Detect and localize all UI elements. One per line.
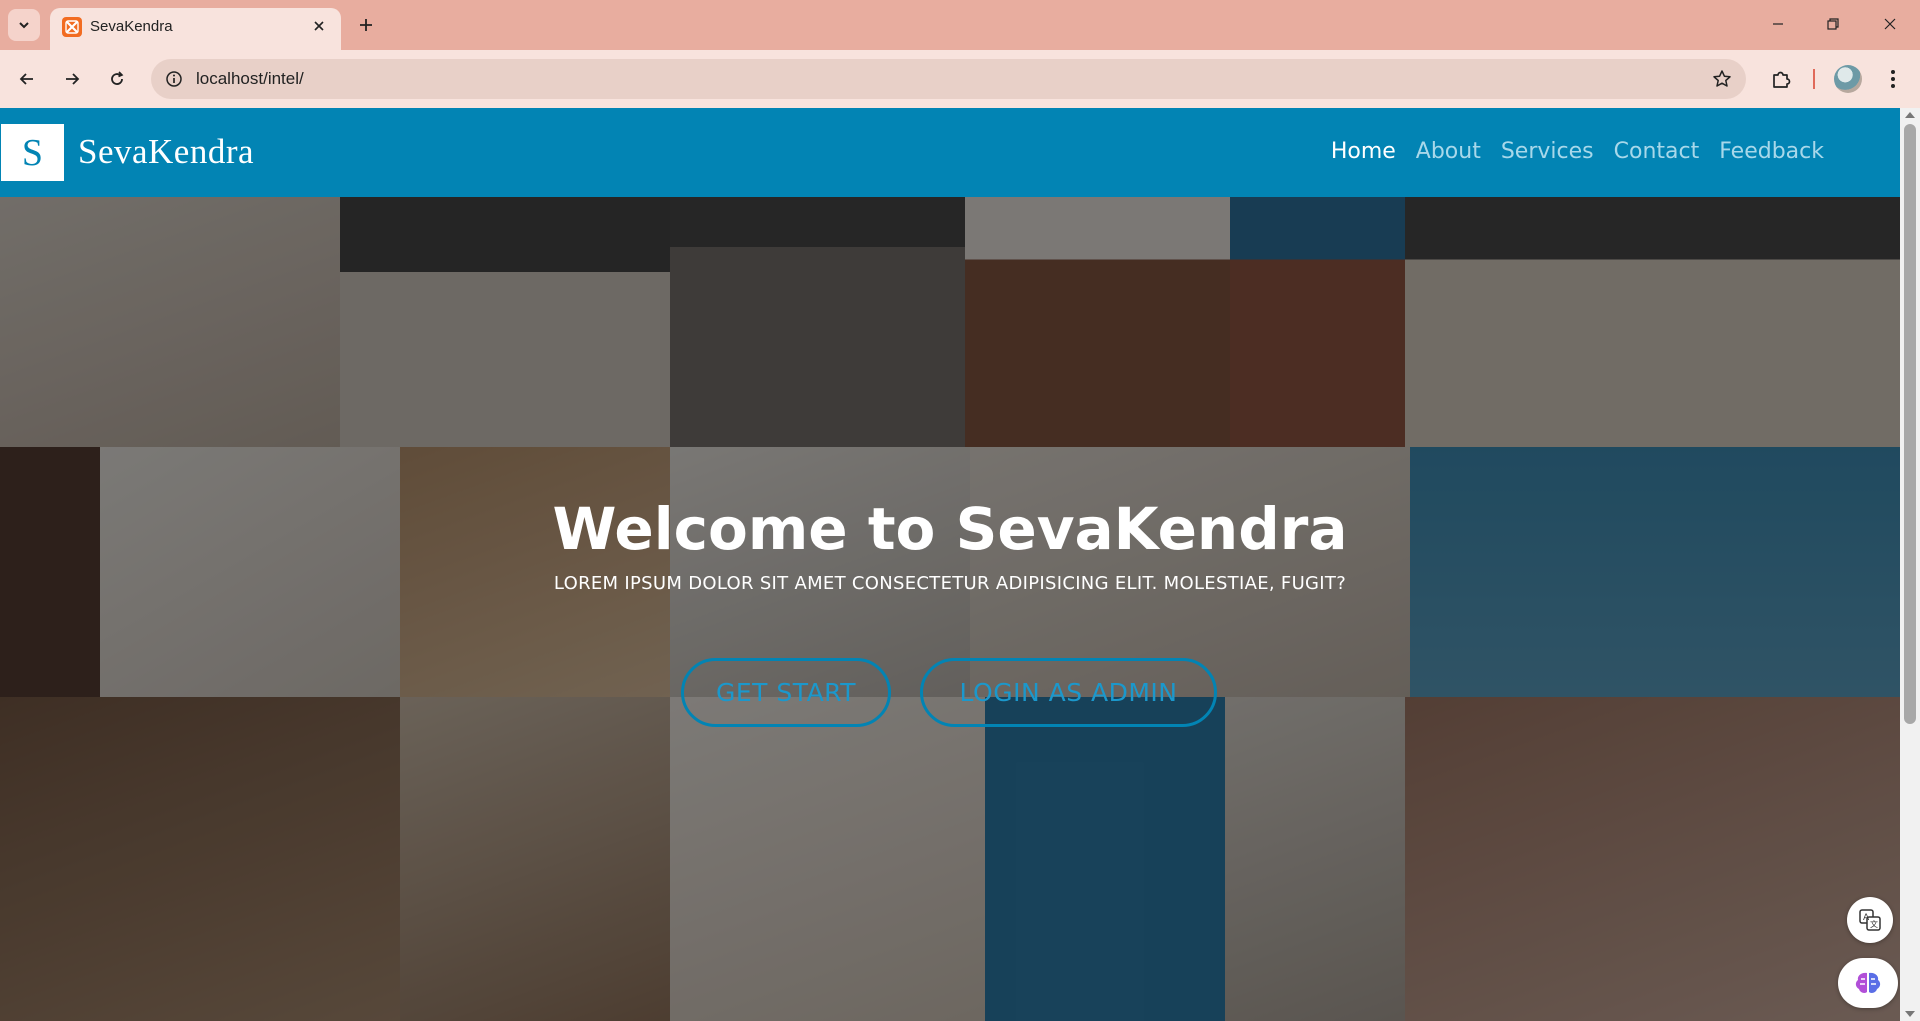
- brain-icon: [1855, 972, 1881, 993]
- assistant-button[interactable]: [1838, 958, 1898, 1008]
- svg-text:文: 文: [1870, 919, 1878, 929]
- scroll-thumb[interactable]: [1904, 124, 1916, 724]
- nav-contact[interactable]: Contact: [1614, 139, 1700, 164]
- logo-mark[interactable]: S: [1, 124, 64, 181]
- brand-name[interactable]: SevaKendra: [78, 132, 254, 172]
- close-window-button[interactable]: [1872, 10, 1908, 38]
- puzzle-icon: [1773, 71, 1791, 88]
- extensions-button[interactable]: [1766, 64, 1796, 94]
- xampp-icon: [62, 17, 82, 37]
- plus-icon: [360, 19, 372, 31]
- tab-title: SevaKendra: [90, 18, 173, 35]
- browser-tab-active[interactable]: SevaKendra: [50, 8, 341, 50]
- browser-tabbar: SevaKendra: [0, 0, 1920, 50]
- main-nav: Home About Services Contact Feedback: [1331, 139, 1824, 164]
- minimize-icon: [1773, 23, 1783, 25]
- new-tab-button[interactable]: [352, 11, 380, 39]
- star-icon: [1713, 70, 1731, 87]
- page-viewport: S SevaKendra Home About Services Contact…: [0, 108, 1900, 1021]
- nav-about[interactable]: About: [1416, 139, 1481, 164]
- translate-icon: A文: [1859, 909, 1881, 931]
- info-icon: [166, 71, 182, 87]
- site-header: S SevaKendra Home About Services Contact…: [0, 108, 1900, 197]
- scroll-up-arrow-icon[interactable]: [1905, 112, 1915, 118]
- profile-avatar[interactable]: [1834, 65, 1862, 93]
- back-button[interactable]: [12, 64, 42, 94]
- site-info-button[interactable]: [163, 68, 185, 90]
- hero-title: Welcome to SevaKendra: [552, 495, 1348, 563]
- hero-subtitle: LOREM IPSUM DOLOR SIT AMET CONSECTETUR A…: [553, 573, 1347, 594]
- page-scrollbar[interactable]: [1900, 108, 1920, 1021]
- restore-icon: [1827, 18, 1839, 30]
- arrow-right-icon: [66, 73, 80, 85]
- hero-dark-overlay: [0, 197, 1900, 1021]
- tab-search-button[interactable]: [8, 9, 40, 41]
- address-bar[interactable]: localhost/intel/: [151, 59, 1746, 99]
- nav-services[interactable]: Services: [1501, 139, 1594, 164]
- reload-icon: [111, 71, 124, 85]
- toolbar-divider: [1813, 69, 1815, 89]
- bookmark-button[interactable]: [1710, 67, 1734, 91]
- login-as-admin-button[interactable]: LOGIN AS ADMIN: [920, 658, 1217, 727]
- browser-menu-button[interactable]: [1878, 64, 1908, 94]
- nav-home[interactable]: Home: [1331, 139, 1396, 164]
- reload-button[interactable]: [102, 64, 132, 94]
- browser-toolbar: localhost/intel/: [0, 50, 1920, 108]
- minimize-button[interactable]: [1760, 10, 1796, 38]
- forward-button[interactable]: [57, 64, 87, 94]
- close-icon: [1884, 18, 1896, 30]
- restore-button[interactable]: [1815, 10, 1851, 38]
- hero-section: Welcome to SevaKendra LOREM IPSUM DOLOR …: [0, 197, 1900, 1021]
- nav-feedback[interactable]: Feedback: [1719, 139, 1824, 164]
- tab-close-button[interactable]: [307, 14, 331, 38]
- svg-text:A: A: [1863, 913, 1870, 923]
- get-start-button[interactable]: GET START: [681, 658, 891, 727]
- url-text[interactable]: localhost/intel/: [196, 69, 304, 89]
- arrow-left-icon: [19, 73, 33, 85]
- close-icon: [314, 21, 324, 31]
- translate-button[interactable]: A文: [1847, 897, 1893, 943]
- scroll-down-arrow-icon[interactable]: [1905, 1011, 1915, 1017]
- chevron-down-icon: [19, 22, 29, 29]
- kebab-menu-icon: [1891, 70, 1895, 88]
